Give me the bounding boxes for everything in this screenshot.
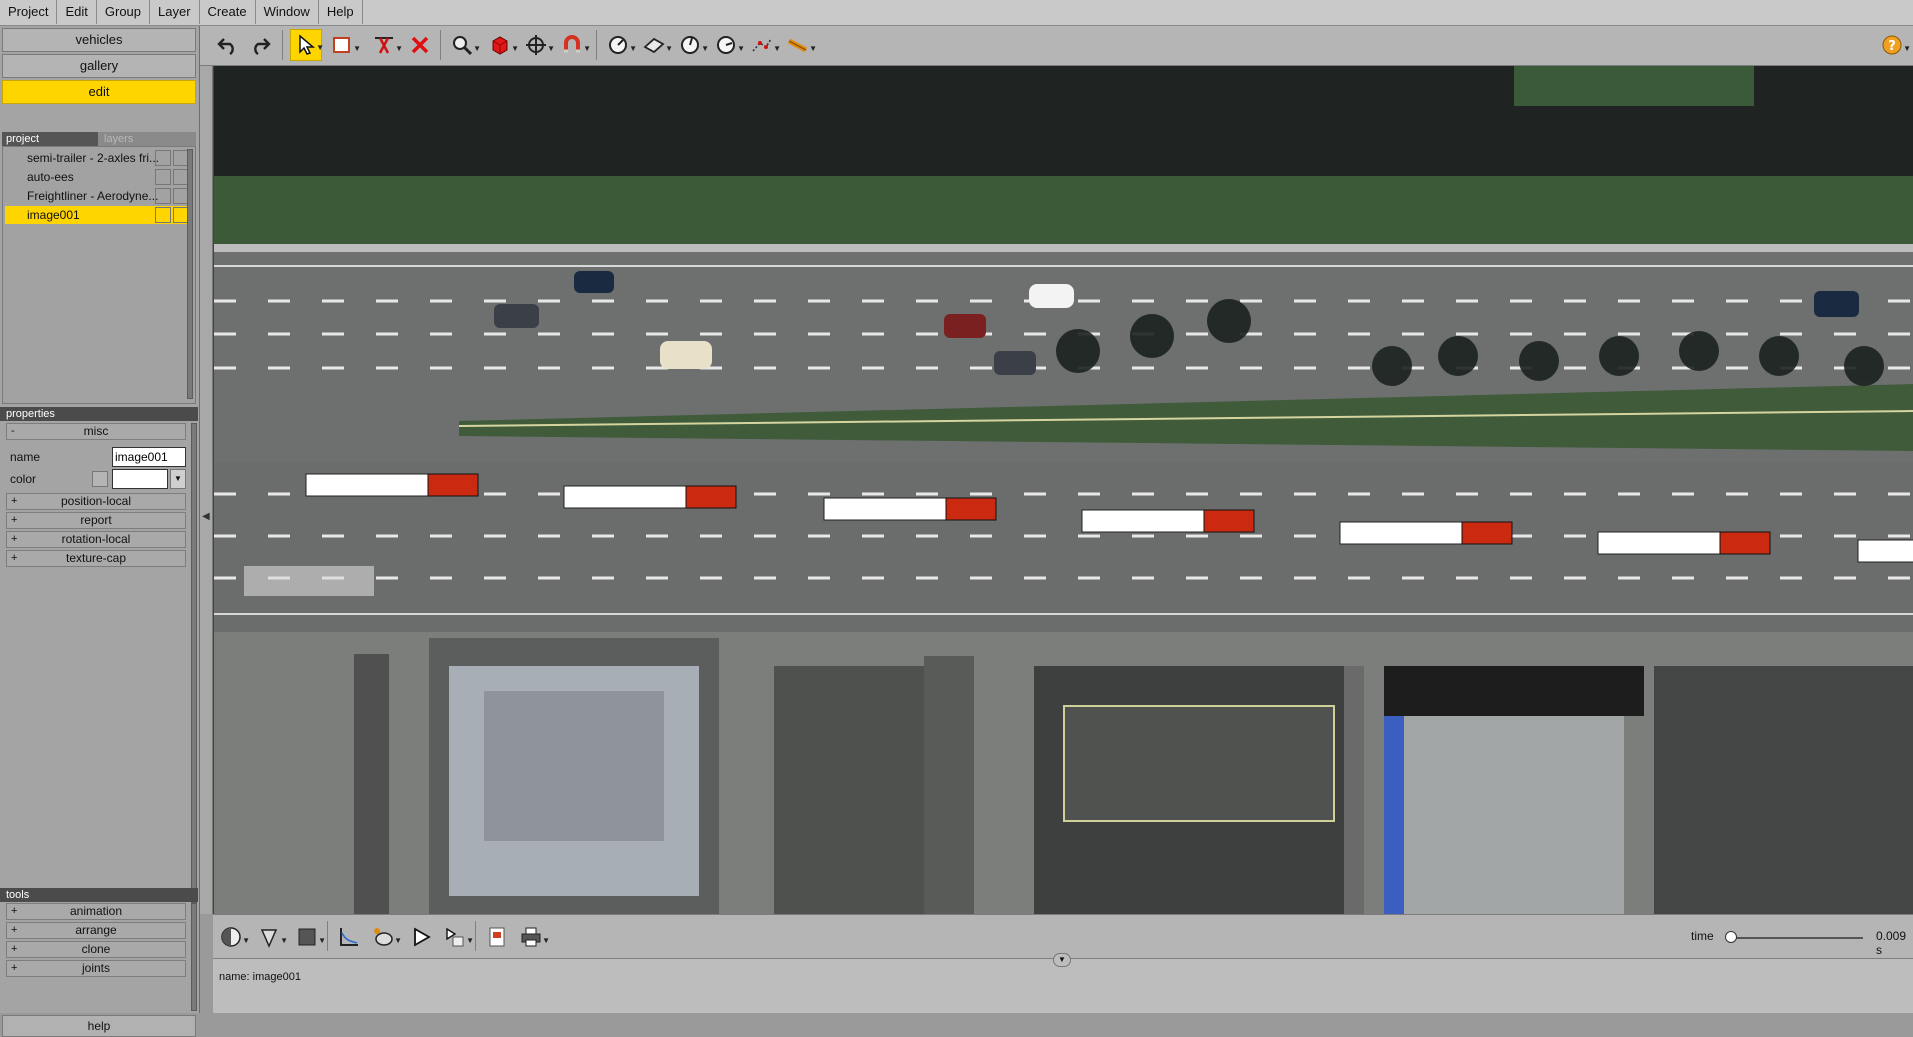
- rotation-local-group[interactable]: + rotation-local: [6, 531, 186, 548]
- background-color-icon[interactable]: ▼: [291, 921, 326, 953]
- graph-icon[interactable]: [333, 921, 365, 953]
- expand-icon: +: [11, 962, 18, 974]
- time-label: time: [1691, 929, 1714, 943]
- camera-orbit-icon[interactable]: ▼: [367, 921, 402, 953]
- tab-project[interactable]: project: [2, 132, 98, 146]
- menu-project[interactable]: Project: [0, 0, 58, 24]
- move-crosshair-icon[interactable]: ▼: [520, 29, 555, 61]
- menu-group[interactable]: Group: [97, 0, 151, 24]
- path-icon[interactable]: ▼: [746, 29, 781, 61]
- menu-create[interactable]: Create: [200, 0, 256, 24]
- layer-item-freightliner[interactable]: Freightliner - Aerodyne...: [5, 187, 191, 205]
- collapse-icon: -: [11, 425, 15, 437]
- layer-visibility-toggle[interactable]: [155, 150, 171, 166]
- expand-icon: +: [11, 495, 18, 507]
- clone-group[interactable]: + clone: [6, 941, 186, 958]
- report-group[interactable]: + report: [6, 512, 186, 529]
- main-toolbar: ▼ ▼ ▼ ▼ ▼ ▼ ▼ ▼ ▼ ▼ ▼ ▼ ▼ ? ▼: [200, 26, 1913, 66]
- name-label: name: [10, 450, 41, 464]
- animation-group[interactable]: + animation: [6, 903, 186, 920]
- menu-bar: Project Edit Group Layer Create Window H…: [0, 0, 1913, 26]
- layer-label: semi-trailer - 2-axles fri...: [27, 151, 160, 165]
- menu-help[interactable]: Help: [319, 0, 363, 24]
- layer-item-auto-ees[interactable]: auto-ees: [5, 168, 191, 186]
- joints-group[interactable]: + joints: [6, 960, 186, 977]
- tools-scrollbar[interactable]: [191, 903, 197, 1011]
- help-button[interactable]: help: [2, 1015, 196, 1037]
- plane-icon[interactable]: ▼: [638, 29, 673, 61]
- project-tabs: project layers: [2, 132, 196, 146]
- layer-visibility-toggle[interactable]: [155, 207, 171, 223]
- cut-edge-icon[interactable]: ▼: [368, 29, 403, 61]
- chevron-left-icon: ◀: [202, 511, 210, 522]
- delete-icon[interactable]: [404, 29, 436, 61]
- panel-collapse-handle[interactable]: ◀: [200, 66, 213, 914]
- help-icon[interactable]: ? ▼: [1876, 29, 1911, 61]
- vehicles-button[interactable]: vehicles: [2, 28, 196, 52]
- tab-layers[interactable]: layers: [98, 132, 196, 146]
- expand-icon: +: [11, 533, 18, 545]
- report-sheet-icon[interactable]: [481, 921, 513, 953]
- measure-dial-icon[interactable]: ▼: [602, 29, 637, 61]
- svg-text:?: ?: [1888, 39, 1896, 54]
- magnet-icon[interactable]: ▼: [556, 29, 591, 61]
- menu-layer[interactable]: Layer: [150, 0, 200, 24]
- misc-group[interactable]: - misc: [6, 423, 186, 440]
- layer-list: semi-trailer - 2-axles fri... auto-ees F…: [2, 146, 196, 404]
- print-icon[interactable]: ▼: [515, 921, 550, 953]
- expand-icon: +: [11, 924, 18, 936]
- expand-icon: +: [11, 905, 18, 917]
- time-slider-track[interactable]: [1731, 937, 1863, 939]
- layer-list-scrollbar[interactable]: [187, 149, 193, 399]
- rectangle-select-icon[interactable]: ▼: [326, 29, 361, 61]
- expand-icon: +: [11, 552, 18, 564]
- play-icon[interactable]: [405, 921, 437, 953]
- ruler-icon[interactable]: ▼: [782, 29, 817, 61]
- layer-item-semi-trailer[interactable]: semi-trailer - 2-axles fri...: [5, 149, 191, 167]
- expand-icon: +: [11, 514, 18, 526]
- arrange-group[interactable]: + arrange: [6, 922, 186, 939]
- status-bar: ▼ name: image001: [213, 953, 1913, 1013]
- time-slider-thumb[interactable]: [1725, 931, 1737, 943]
- menu-edit[interactable]: Edit: [57, 0, 97, 24]
- zoom-icon[interactable]: ▼: [446, 29, 481, 61]
- chevron-down-icon[interactable]: ▼: [170, 469, 186, 489]
- shading-icon[interactable]: ▼: [253, 921, 288, 953]
- tools-header: tools: [0, 888, 198, 902]
- color-swatch[interactable]: [112, 469, 168, 489]
- rotate-dial-icon[interactable]: ▼: [710, 29, 745, 61]
- chevron-down-icon[interactable]: ▼: [1053, 953, 1071, 967]
- color-label: color: [10, 472, 37, 486]
- gallery-button[interactable]: gallery: [2, 54, 196, 78]
- aerial-image-canvas[interactable]: [213, 66, 1913, 914]
- expand-icon: +: [11, 943, 18, 955]
- left-panel: vehicles gallery edit project layers sem…: [0, 26, 200, 1037]
- step-play-icon[interactable]: ▼: [439, 921, 474, 953]
- name-input[interactable]: [112, 447, 186, 467]
- layer-item-image001[interactable]: image001: [5, 206, 191, 224]
- layer-label: image001: [27, 208, 80, 222]
- layer-visibility-toggle[interactable]: [155, 188, 171, 204]
- redo-icon[interactable]: [244, 29, 276, 61]
- properties-header: properties: [0, 407, 198, 421]
- render-mode-icon[interactable]: ▼: [215, 921, 250, 953]
- position-local-group[interactable]: + position-local: [6, 493, 186, 510]
- color-checkbox[interactable]: [92, 471, 108, 487]
- time-value: 0.009 s: [1876, 929, 1907, 957]
- undo-icon[interactable]: [212, 29, 244, 61]
- bottom-toolbar: ▼ ▼ ▼ ▼ ▼ ▼ time 0.009 s: [213, 914, 1913, 958]
- edit-button[interactable]: edit: [2, 80, 196, 104]
- texture-cap-group[interactable]: + texture-cap: [6, 550, 186, 567]
- layer-label: Freightliner - Aerodyne...: [27, 189, 159, 203]
- status-text: name: image001: [219, 971, 301, 983]
- menu-window[interactable]: Window: [256, 0, 319, 24]
- solid-box-icon[interactable]: ▼: [484, 29, 519, 61]
- properties-scrollbar[interactable]: [191, 423, 197, 903]
- select-arrow-icon[interactable]: ▼: [290, 29, 324, 61]
- layer-visibility-toggle[interactable]: [155, 169, 171, 185]
- layer-label: auto-ees: [27, 170, 74, 184]
- angle-dial-icon[interactable]: ▼: [674, 29, 709, 61]
